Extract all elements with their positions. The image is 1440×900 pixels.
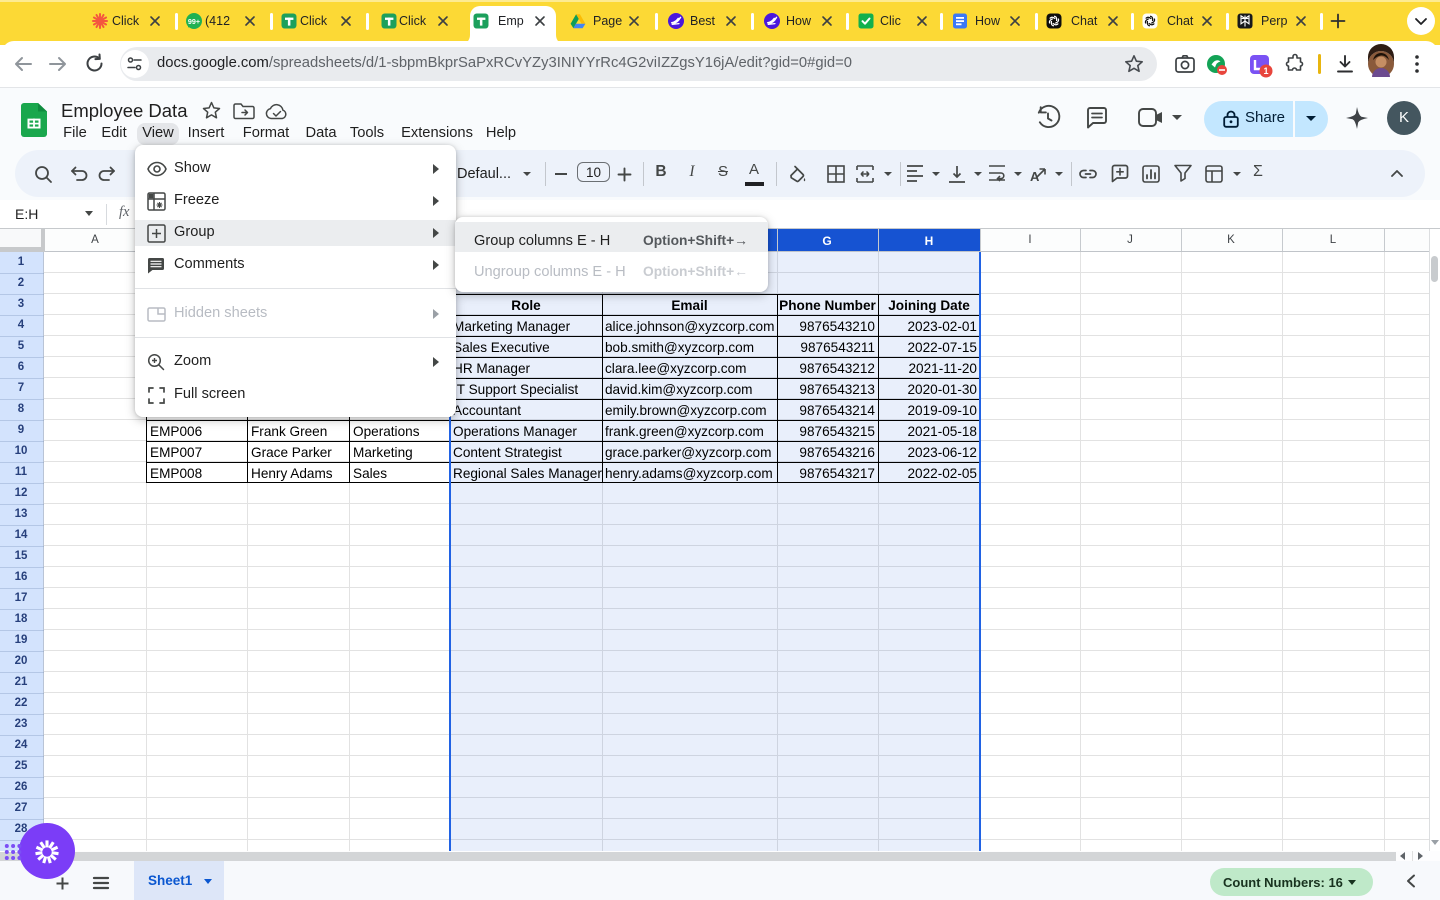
- svg-text:99+: 99+: [188, 17, 200, 26]
- svg-text:1: 1: [1263, 66, 1268, 76]
